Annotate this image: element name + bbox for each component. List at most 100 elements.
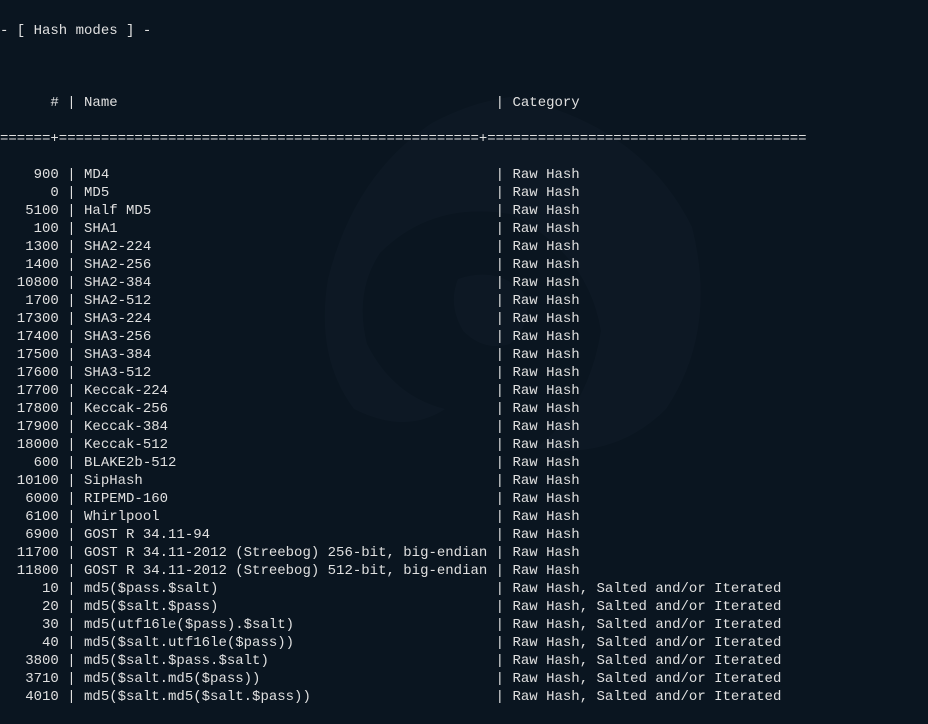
hash-id: 17500 — [0, 346, 59, 364]
hash-name: SipHash — [84, 472, 487, 490]
hash-id: 40 — [0, 634, 59, 652]
hash-name: GOST R 34.11-2012 (Streebog) 512-bit, bi… — [84, 562, 487, 580]
hash-category: Raw Hash — [513, 328, 580, 346]
table-header: # | Name | Category — [0, 94, 928, 112]
hash-id: 17600 — [0, 364, 59, 382]
terminal-output: - [ Hash modes ] - # | Name | Category =… — [0, 4, 928, 724]
table-row: 17500 | SHA3-384 | Raw Hash — [0, 346, 928, 364]
hash-id: 17800 — [0, 400, 59, 418]
hash-name: Keccak-384 — [84, 418, 487, 436]
col-header-name: Name — [84, 94, 487, 112]
table-row: 17700 | Keccak-224 | Raw Hash — [0, 382, 928, 400]
table-row: 10800 | SHA2-384 | Raw Hash — [0, 274, 928, 292]
hash-name: SHA1 — [84, 220, 487, 238]
hash-id: 10100 — [0, 472, 59, 490]
hash-category: Raw Hash — [513, 292, 580, 310]
table-separator: ======+=================================… — [0, 130, 928, 148]
hash-id: 5100 — [0, 202, 59, 220]
hash-name: md5($salt.$pass) — [84, 598, 487, 616]
hash-name: SHA2-384 — [84, 274, 487, 292]
hash-name: Keccak-224 — [84, 382, 487, 400]
hash-category: Raw Hash — [513, 274, 580, 292]
section-title: - [ Hash modes ] - — [0, 22, 928, 40]
table-row: 30 | md5(utf16le($pass).$salt) | Raw Has… — [0, 616, 928, 634]
hash-category: Raw Hash, Salted and/or Iterated — [513, 652, 782, 670]
hash-category: Raw Hash, Salted and/or Iterated — [513, 616, 782, 634]
hash-id: 900 — [0, 166, 59, 184]
hash-id: 11800 — [0, 562, 59, 580]
table-row: 40 | md5($salt.utf16le($pass)) | Raw Has… — [0, 634, 928, 652]
hash-id: 1400 — [0, 256, 59, 274]
hash-name: RIPEMD-160 — [84, 490, 487, 508]
hash-category: Raw Hash, Salted and/or Iterated — [513, 580, 782, 598]
table-row: 10100 | SipHash | Raw Hash — [0, 472, 928, 490]
hash-id: 0 — [0, 184, 59, 202]
table-row: 17800 | Keccak-256 | Raw Hash — [0, 400, 928, 418]
table-row: 17300 | SHA3-224 | Raw Hash — [0, 310, 928, 328]
hash-id: 17700 — [0, 382, 59, 400]
table-row: 17900 | Keccak-384 | Raw Hash — [0, 418, 928, 436]
hash-category: Raw Hash, Salted and/or Iterated — [513, 688, 782, 706]
hash-category: Raw Hash — [513, 220, 580, 238]
hash-id: 17300 — [0, 310, 59, 328]
table-row: 6900 | GOST R 34.11-94 | Raw Hash — [0, 526, 928, 544]
table-row: 900 | MD4 | Raw Hash — [0, 166, 928, 184]
hash-category: Raw Hash — [513, 166, 580, 184]
table-row: 100 | SHA1 | Raw Hash — [0, 220, 928, 238]
col-header-id: # — [0, 94, 59, 112]
hash-id: 3800 — [0, 652, 59, 670]
hash-id: 10800 — [0, 274, 59, 292]
hash-category: Raw Hash — [513, 400, 580, 418]
hash-name: SHA3-384 — [84, 346, 487, 364]
hash-name: SHA3-224 — [84, 310, 487, 328]
hash-name: SHA2-256 — [84, 256, 487, 274]
hash-id: 18000 — [0, 436, 59, 454]
hash-id: 100 — [0, 220, 59, 238]
hash-id: 1700 — [0, 292, 59, 310]
hash-category: Raw Hash — [513, 310, 580, 328]
hash-name: MD5 — [84, 184, 487, 202]
hash-name: SHA3-256 — [84, 328, 487, 346]
hash-category: Raw Hash, Salted and/or Iterated — [513, 670, 782, 688]
table-row: 11800 | GOST R 34.11-2012 (Streebog) 512… — [0, 562, 928, 580]
table-body: 900 | MD4 | Raw Hash0 | MD5 | Raw Hash51… — [0, 166, 928, 706]
hash-name: BLAKE2b-512 — [84, 454, 487, 472]
table-row: 600 | BLAKE2b-512 | Raw Hash — [0, 454, 928, 472]
table-row: 18000 | Keccak-512 | Raw Hash — [0, 436, 928, 454]
hash-id: 6900 — [0, 526, 59, 544]
hash-name: MD4 — [84, 166, 487, 184]
hash-name: SHA3-512 — [84, 364, 487, 382]
hash-name: Whirlpool — [84, 508, 487, 526]
hash-id: 600 — [0, 454, 59, 472]
hash-name: Keccak-256 — [84, 400, 487, 418]
hash-category: Raw Hash — [513, 184, 580, 202]
hash-id: 3710 — [0, 670, 59, 688]
hash-name: SHA2-224 — [84, 238, 487, 256]
hash-id: 17400 — [0, 328, 59, 346]
table-row: 1700 | SHA2-512 | Raw Hash — [0, 292, 928, 310]
hash-id: 6100 — [0, 508, 59, 526]
table-row: 6000 | RIPEMD-160 | Raw Hash — [0, 490, 928, 508]
hash-category: Raw Hash — [513, 418, 580, 436]
hash-category: Raw Hash — [513, 436, 580, 454]
hash-name: md5($salt.md5($pass)) — [84, 670, 487, 688]
table-row: 1300 | SHA2-224 | Raw Hash — [0, 238, 928, 256]
hash-id: 4010 — [0, 688, 59, 706]
hash-category: Raw Hash, Salted and/or Iterated — [513, 598, 782, 616]
hash-category: Raw Hash — [513, 490, 580, 508]
hash-category: Raw Hash — [513, 454, 580, 472]
hash-category: Raw Hash — [513, 346, 580, 364]
hash-category: Raw Hash, Salted and/or Iterated — [513, 634, 782, 652]
table-row: 4010 | md5($salt.md5($salt.$pass)) | Raw… — [0, 688, 928, 706]
table-row: 3710 | md5($salt.md5($pass)) | Raw Hash,… — [0, 670, 928, 688]
hash-name: Keccak-512 — [84, 436, 487, 454]
hash-name: md5($salt.utf16le($pass)) — [84, 634, 487, 652]
table-row: 17400 | SHA3-256 | Raw Hash — [0, 328, 928, 346]
hash-id: 1300 — [0, 238, 59, 256]
hash-name: md5(utf16le($pass).$salt) — [84, 616, 487, 634]
hash-category: Raw Hash — [513, 238, 580, 256]
hash-category: Raw Hash — [513, 508, 580, 526]
table-row: 1400 | SHA2-256 | Raw Hash — [0, 256, 928, 274]
col-header-category: Category — [513, 94, 580, 112]
hash-category: Raw Hash — [513, 526, 580, 544]
